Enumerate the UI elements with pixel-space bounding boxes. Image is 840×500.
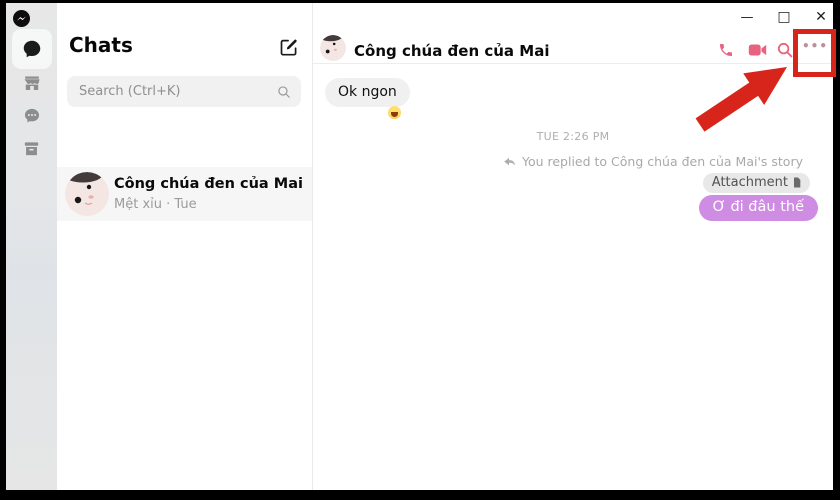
chat-title: Công chúa đen của Mai bbox=[354, 42, 550, 60]
chat-search-icon[interactable] bbox=[777, 42, 793, 58]
conversation-avatar bbox=[65, 172, 109, 216]
laughing-emoji-reaction bbox=[388, 106, 401, 119]
messenger-logo-icon bbox=[13, 10, 30, 27]
screenshot-frame: Chats Search (Ctrl+K) Công chúa đen của … bbox=[0, 0, 840, 500]
conversation-preview: Mệt xỉu · Tue bbox=[114, 197, 197, 212]
storefront-icon bbox=[24, 76, 39, 90]
messenger-window: Chats Search (Ctrl+K) Công chúa đen của … bbox=[6, 3, 836, 490]
attachment-file-icon bbox=[794, 177, 801, 188]
minimize-button[interactable]: — bbox=[738, 8, 756, 26]
window-controls: — □ ✕ bbox=[738, 8, 830, 26]
close-button[interactable]: ✕ bbox=[812, 8, 830, 26]
sidebar-item-chats[interactable] bbox=[11, 29, 52, 69]
story-reply-text: You replied to Công chúa đen của Mai's s… bbox=[521, 154, 803, 169]
search-input[interactable] bbox=[67, 84, 277, 99]
voice-call-icon[interactable] bbox=[718, 42, 734, 58]
conversation-name: Công chúa đen của Mai bbox=[114, 176, 303, 192]
compose-icon[interactable] bbox=[279, 37, 299, 57]
archive-box-icon bbox=[24, 141, 39, 155]
video-call-icon[interactable] bbox=[748, 42, 767, 58]
chat-dots-icon bbox=[24, 108, 39, 123]
search-box bbox=[67, 76, 301, 107]
chat-header-avatar bbox=[320, 35, 346, 61]
chat-view: — □ ✕ Công chúa đen của Mai ••• Ok ngon … bbox=[313, 3, 836, 490]
maximize-button[interactable]: □ bbox=[775, 8, 793, 26]
chats-panel: Chats Search (Ctrl+K) Công chúa đen của … bbox=[57, 3, 312, 490]
sidebar-item-message-requests[interactable] bbox=[15, 99, 49, 133]
conversation-list-item[interactable]: Công chúa đen của Mai Mệt xỉu · Tue bbox=[57, 167, 312, 221]
incoming-message-bubble: Ok ngon bbox=[325, 78, 410, 107]
outgoing-message-bubble: Ơ đi đâu thế bbox=[698, 195, 818, 221]
sidebar-item-archive[interactable] bbox=[15, 131, 49, 165]
annotation-highlight-box bbox=[793, 29, 836, 77]
chat-bubble-icon bbox=[23, 40, 40, 58]
sidebar-item-marketplace[interactable] bbox=[15, 66, 49, 100]
icon-rail bbox=[6, 3, 57, 490]
reply-arrow-icon bbox=[504, 157, 516, 166]
attachment-chip[interactable]: Attachment bbox=[702, 173, 810, 193]
chats-title: Chats bbox=[69, 33, 133, 57]
timestamp: TUE 2:26 PM bbox=[536, 130, 610, 143]
search-icon bbox=[278, 85, 290, 98]
story-reply-note: You replied to Công chúa đen của Mai's s… bbox=[503, 154, 803, 169]
attachment-label: Attachment bbox=[711, 175, 788, 190]
